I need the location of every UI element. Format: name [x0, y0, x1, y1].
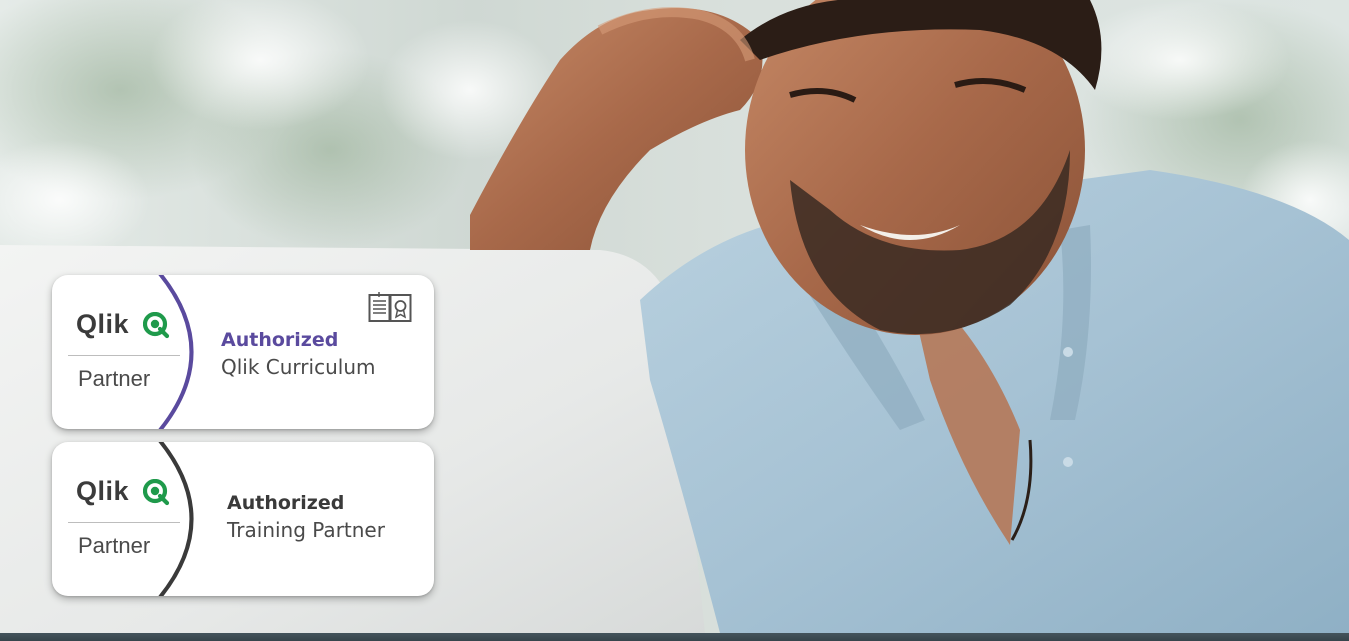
partner-label: Partner [78, 533, 151, 558]
training-partner-badge: Qlik Partner Authorized Training Partner [52, 442, 434, 596]
certificate-book-icon [368, 292, 412, 322]
qlik-logo-text: Qlik [76, 309, 130, 339]
qlik-q-icon [143, 479, 170, 506]
badge-title: Authorized [221, 329, 339, 351]
badge-subtitle: Training Partner [227, 518, 385, 542]
partner-label: Partner [78, 366, 151, 391]
hero-banner: Qlik Partner Authorized Qlik Curriculum … [0, 0, 1349, 641]
qlik-logo-text: Qlik [76, 476, 130, 506]
logo-divider [68, 522, 180, 523]
logo-divider [68, 355, 180, 356]
qlik-q-icon [143, 312, 170, 339]
badge-subtitle: Qlik Curriculum [221, 355, 376, 379]
qlik-curriculum-badge: Qlik Partner Authorized Qlik Curriculum [52, 275, 434, 429]
badge-title: Authorized [227, 492, 345, 514]
